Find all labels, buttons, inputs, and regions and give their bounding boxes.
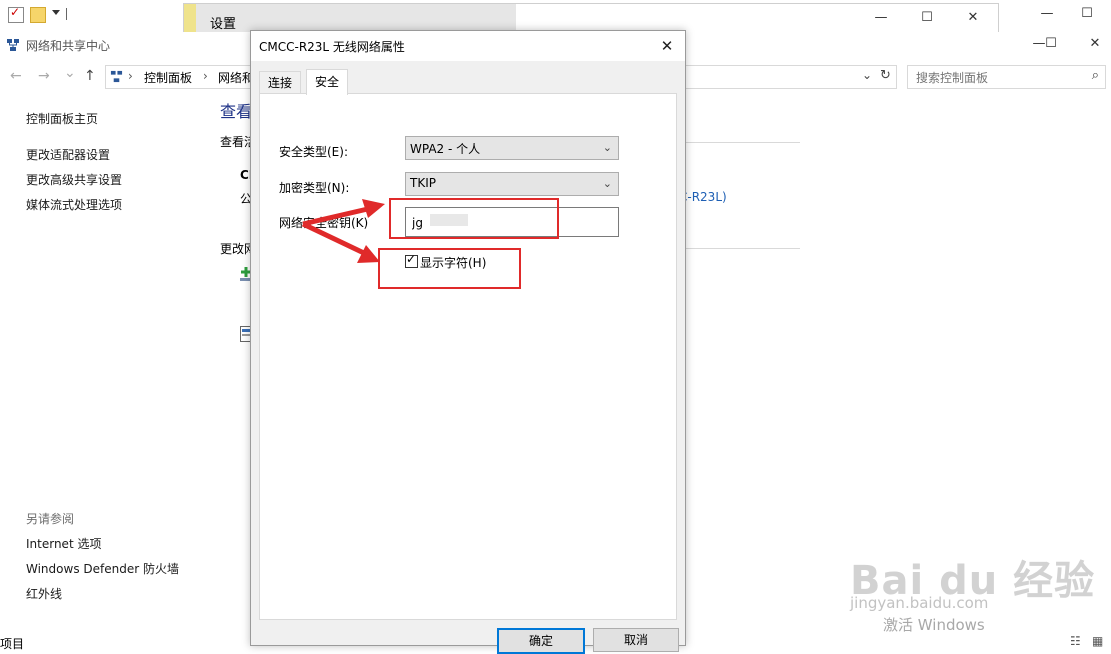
annotation-arrow-checkbox [301, 221, 368, 257]
annotation-arrows [301, 199, 385, 263]
annotation-arrow-key [302, 205, 373, 227]
tab-security[interactable]: 安全 [306, 69, 349, 95]
annotation-arrowhead-key [362, 199, 385, 218]
